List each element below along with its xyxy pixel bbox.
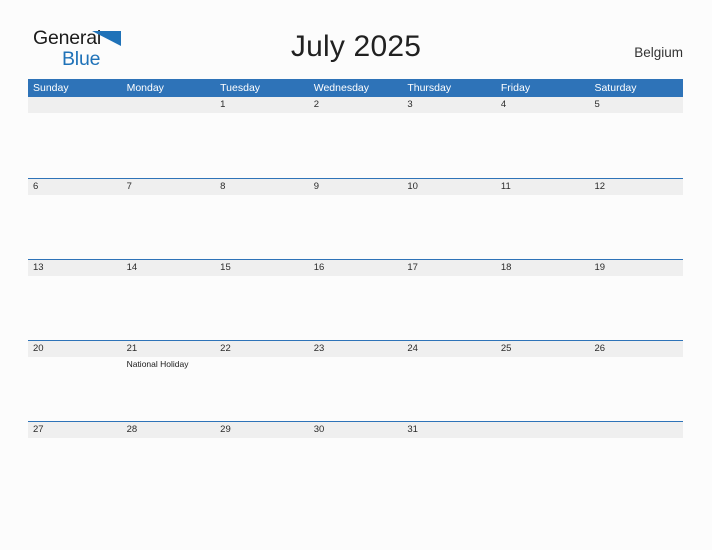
weekday-header-thursday: Thursday — [407, 82, 452, 94]
weekday-header-saturday: Saturday — [594, 82, 637, 94]
day-cell[interactable]: 31 — [402, 422, 496, 502]
day-number: 17 — [407, 262, 418, 273]
day-cell[interactable]: 15 — [215, 260, 309, 340]
day-cell[interactable]: 1 — [215, 97, 309, 178]
country-label: Belgium — [634, 45, 683, 60]
page-header: General Blue July 2025 Belgium — [0, 0, 712, 79]
day-number: 14 — [126, 262, 138, 273]
day-cell[interactable]: 20 — [28, 341, 122, 421]
day-number: 18 — [500, 262, 512, 273]
day-cell[interactable]: 6 — [28, 179, 122, 259]
day-number: 12 — [594, 181, 606, 192]
day-number: 4 — [500, 99, 507, 110]
week-row: 1 2 3 4 5 — [28, 97, 684, 178]
day-cell[interactable]: 12 — [589, 179, 684, 259]
day-cell[interactable]: 9 — [308, 179, 403, 259]
day-cell[interactable]: 19 — [589, 260, 684, 340]
day-cell[interactable]: 21 National Holiday — [121, 341, 216, 421]
day-cell[interactable]: 25 — [495, 341, 590, 421]
day-number: 27 — [33, 424, 44, 435]
day-number: 29 — [220, 424, 231, 435]
day-number: 19 — [594, 262, 606, 273]
day-number: 9 — [313, 181, 320, 192]
week-row: 20 21 National Holiday 22 23 24 25 26 — [28, 340, 684, 421]
weekday-header-monday: Monday — [126, 82, 164, 94]
day-cell[interactable]: 16 — [308, 260, 403, 340]
day-number: 24 — [407, 343, 418, 354]
day-number: 5 — [594, 99, 600, 110]
day-cell[interactable]: 10 — [402, 179, 496, 259]
day-cell[interactable]: 5 — [589, 97, 684, 178]
day-number: 23 — [313, 343, 325, 354]
day-cell[interactable]: 29 — [215, 422, 309, 502]
day-cell[interactable] — [589, 422, 684, 502]
day-number: 20 — [33, 343, 44, 354]
day-events: National Holiday — [127, 358, 214, 370]
day-cell[interactable] — [121, 97, 216, 178]
day-cell[interactable]: 26 — [589, 341, 684, 421]
week-row: 27 28 29 30 31 — [28, 421, 684, 502]
day-cell[interactable]: 30 — [308, 422, 403, 502]
weekday-header-wednesday: Wednesday — [313, 82, 369, 94]
day-cell[interactable]: 28 — [121, 422, 216, 502]
day-number: 1 — [220, 99, 226, 110]
page-title: July 2025 — [290, 30, 422, 63]
day-cell[interactable]: 23 — [308, 341, 403, 421]
weekday-header-row: Sunday Monday Tuesday Wednesday Thursday… — [28, 79, 683, 97]
day-cell[interactable]: 3 — [402, 97, 496, 178]
day-cell[interactable] — [495, 422, 590, 502]
day-number: 3 — [407, 99, 413, 110]
day-number: 22 — [220, 343, 231, 354]
weekday-header-tuesday: Tuesday — [220, 82, 261, 94]
event-label[interactable]: National Holiday — [127, 358, 214, 370]
weekday-header-sunday: Sunday — [33, 82, 69, 94]
day-number: 7 — [126, 181, 132, 192]
day-cell[interactable]: 24 — [402, 341, 496, 421]
day-number: 31 — [407, 424, 418, 435]
week-row: 6 7 8 9 10 11 12 — [28, 178, 684, 259]
day-cell[interactable]: 14 — [121, 260, 216, 340]
day-number: 21 — [126, 343, 138, 354]
day-number: 30 — [313, 424, 325, 435]
day-number: 11 — [500, 181, 511, 192]
day-number: 28 — [126, 424, 138, 435]
day-cell[interactable]: 11 — [495, 179, 590, 259]
day-cell[interactable]: 18 — [495, 260, 590, 340]
day-number: 10 — [407, 181, 418, 192]
calendar-table: Sunday Monday Tuesday Wednesday Thursday… — [28, 79, 684, 502]
day-cell[interactable]: 7 — [121, 179, 216, 259]
day-cell[interactable]: 27 — [28, 422, 122, 502]
day-cell[interactable]: 8 — [215, 179, 309, 259]
day-cell[interactable] — [28, 97, 122, 178]
day-number: 2 — [313, 99, 320, 110]
day-number: 13 — [33, 262, 44, 273]
day-number: 6 — [33, 181, 39, 192]
day-cell[interactable]: 2 — [308, 97, 403, 178]
day-cell[interactable]: 13 — [28, 260, 122, 340]
day-cell[interactable]: 17 — [402, 260, 496, 340]
day-cell[interactable]: 22 — [215, 341, 309, 421]
day-number: 25 — [500, 343, 512, 354]
week-row: 13 14 15 16 17 18 19 — [28, 259, 684, 340]
day-cell[interactable]: 4 — [495, 97, 590, 178]
day-number: 8 — [220, 181, 226, 192]
day-number: 26 — [594, 343, 606, 354]
weekday-header-friday: Friday — [500, 82, 531, 94]
day-number: 16 — [313, 262, 325, 273]
day-number: 15 — [220, 262, 231, 273]
